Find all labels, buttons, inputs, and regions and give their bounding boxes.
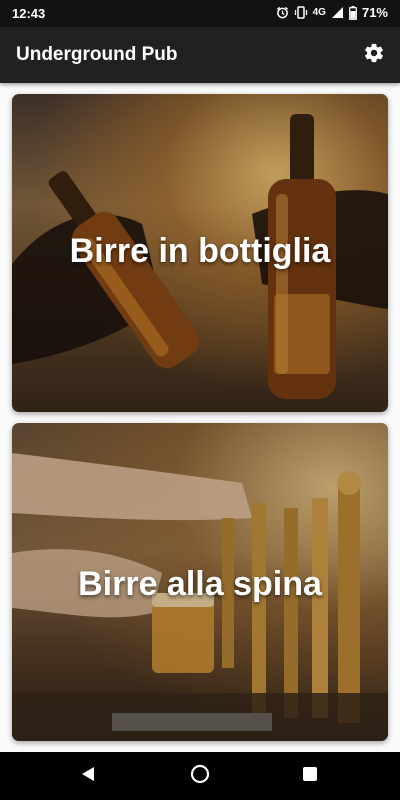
card-label-draft: Birre alla spina <box>78 565 322 603</box>
recents-square-icon <box>302 766 318 787</box>
app-title: Underground Pub <box>16 44 178 65</box>
status-icons: 4G 71% <box>276 5 388 20</box>
back-button[interactable] <box>76 764 100 788</box>
settings-button[interactable] <box>358 39 390 71</box>
card-draft-beers[interactable]: Birre alla spina <box>12 423 388 741</box>
card-bottled-beers[interactable]: Birre in bottiglia <box>12 94 388 412</box>
network-type: 4G <box>312 7 326 18</box>
alarm-icon <box>276 6 289 19</box>
status-time: 12:43 <box>12 6 46 21</box>
status-bar: 12:43 4G 71% <box>0 0 400 27</box>
gear-icon <box>363 42 385 69</box>
recents-button[interactable] <box>298 764 322 788</box>
battery-percent: 71% <box>361 5 388 20</box>
navigation-bar <box>0 752 400 800</box>
battery-icon <box>349 5 357 20</box>
home-circle-icon <box>190 764 210 789</box>
vibrate-icon <box>294 6 308 19</box>
card-label-bottled: Birre in bottiglia <box>69 232 331 270</box>
signal-icon <box>331 6 344 19</box>
app-bar: Underground Pub <box>0 27 400 83</box>
home-button[interactable] <box>188 764 212 788</box>
back-triangle-icon <box>80 766 96 787</box>
